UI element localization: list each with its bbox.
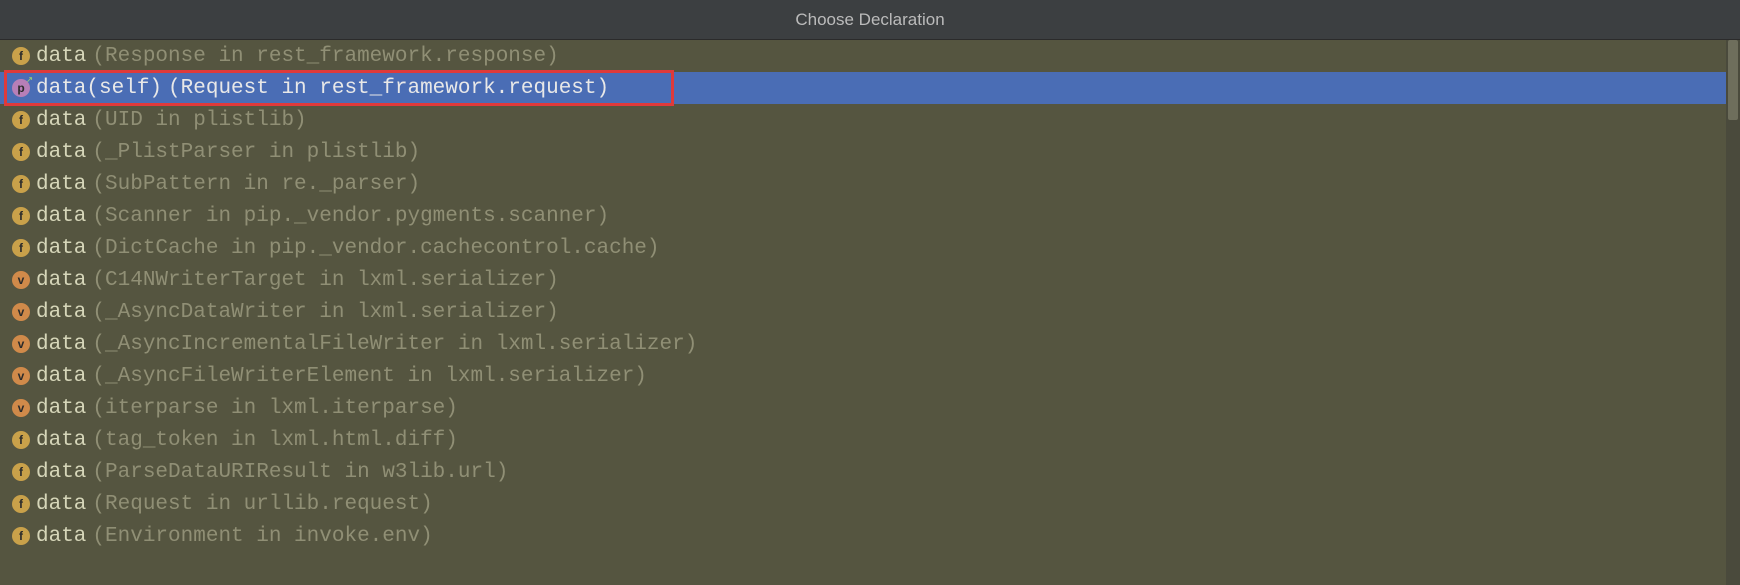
- field-icon: f: [12, 239, 30, 257]
- declaration-item[interactable]: fdata (Response in rest_framework.respons…: [0, 40, 1740, 72]
- declaration-item[interactable]: fdata (SubPattern in re._parser): [0, 168, 1740, 200]
- declaration-qualifier: (Response in rest_framework.response): [92, 45, 558, 68]
- declaration-name: data: [36, 429, 86, 452]
- declaration-name: data: [36, 333, 86, 356]
- declaration-item[interactable]: fdata (Environment in invoke.env): [0, 520, 1740, 552]
- declaration-name: data: [36, 173, 86, 196]
- window-title: Choose Declaration: [795, 10, 944, 30]
- declaration-list: fdata(Response in rest_framework.respons…: [0, 40, 1740, 585]
- declaration-qualifier: (iterparse in lxml.iterparse): [92, 397, 457, 420]
- field-icon: f: [12, 463, 30, 481]
- declaration-qualifier: (ParseDataURIResult in w3lib.url): [92, 461, 508, 484]
- declaration-item[interactable]: fdata (DictCache in pip._vendor.cachecont…: [0, 232, 1740, 264]
- declaration-name: data: [36, 205, 86, 228]
- variable-icon: v: [12, 367, 30, 385]
- declaration-item[interactable]: vdata (_AsyncFileWriterElement in lxml.se…: [0, 360, 1740, 392]
- declaration-qualifier: (UID in plistlib): [92, 109, 306, 132]
- declaration-item[interactable]: fdata (Request in urllib.request): [0, 488, 1740, 520]
- declaration-name: data: [36, 301, 86, 324]
- declaration-name: data: [36, 45, 86, 68]
- variable-icon: v: [12, 271, 30, 289]
- window-titlebar: Choose Declaration: [0, 0, 1740, 40]
- declaration-item[interactable]: fdata (ParseDataURIResult in w3lib.url): [0, 456, 1740, 488]
- declaration-name: data(self): [36, 77, 162, 100]
- declaration-item[interactable]: fdata (UID in plistlib): [0, 104, 1740, 136]
- declaration-qualifier: (C14NWriterTarget in lxml.serializer): [92, 269, 558, 292]
- declaration-qualifier: (Request in rest_framework.request): [168, 77, 609, 100]
- declaration-name: data: [36, 269, 86, 292]
- field-icon: f: [12, 111, 30, 129]
- declaration-qualifier: (_PlistParser in plistlib): [92, 141, 420, 164]
- variable-icon: v: [12, 303, 30, 321]
- declaration-name: data: [36, 461, 86, 484]
- declaration-item[interactable]: vdata (iterparse in lxml.iterparse): [0, 392, 1740, 424]
- declaration-qualifier: (_AsyncIncrementalFileWriter in lxml.ser…: [92, 333, 697, 356]
- declaration-qualifier: (tag_token in lxml.html.diff): [92, 429, 457, 452]
- declaration-item[interactable]: fdata (Scanner in pip._vendor.pygments.sc…: [0, 200, 1740, 232]
- field-icon: f: [12, 527, 30, 545]
- variable-icon: v: [12, 335, 30, 353]
- declaration-item[interactable]: vdata (_AsyncDataWriter in lxml.serialize…: [0, 296, 1740, 328]
- field-icon: f: [12, 431, 30, 449]
- field-icon: f: [12, 207, 30, 225]
- declaration-name: data: [36, 493, 86, 516]
- declaration-qualifier: (SubPattern in re._parser): [92, 173, 420, 196]
- declaration-qualifier: (Scanner in pip._vendor.pygments.scanner…: [92, 205, 609, 228]
- declaration-name: data: [36, 237, 86, 260]
- declaration-name: data: [36, 141, 86, 164]
- declaration-qualifier: (Request in urllib.request): [92, 493, 432, 516]
- field-icon: f: [12, 143, 30, 161]
- scrollbar-thumb[interactable]: [1728, 40, 1738, 120]
- declaration-name: data: [36, 365, 86, 388]
- declaration-name: data: [36, 525, 86, 548]
- declaration-name: data: [36, 397, 86, 420]
- declaration-item[interactable]: p↗ data(self) (Request in rest_framework.r…: [0, 72, 1740, 104]
- field-icon: f: [12, 47, 30, 65]
- declaration-item[interactable]: fdata (tag_token in lxml.html.diff): [0, 424, 1740, 456]
- declaration-qualifier: (_AsyncFileWriterElement in lxml.seriali…: [92, 365, 647, 388]
- declaration-name: data: [36, 109, 86, 132]
- declaration-item[interactable]: vdata (C14NWriterTarget in lxml.serialize…: [0, 264, 1740, 296]
- field-icon: f: [12, 495, 30, 513]
- variable-icon: v: [12, 399, 30, 417]
- readwrite-arrow-icon: ↗: [26, 75, 33, 84]
- vertical-scrollbar[interactable]: [1726, 40, 1740, 585]
- declaration-qualifier: (DictCache in pip._vendor.cachecontrol.c…: [92, 237, 659, 260]
- declaration-item[interactable]: fdata (_PlistParser in plistlib): [0, 136, 1740, 168]
- field-icon: f: [12, 175, 30, 193]
- declaration-qualifier: (_AsyncDataWriter in lxml.serializer): [92, 301, 558, 324]
- property-icon: p↗: [12, 79, 30, 97]
- declaration-item[interactable]: vdata (_AsyncIncrementalFileWriter in lxm…: [0, 328, 1740, 360]
- declaration-qualifier: (Environment in invoke.env): [92, 525, 432, 548]
